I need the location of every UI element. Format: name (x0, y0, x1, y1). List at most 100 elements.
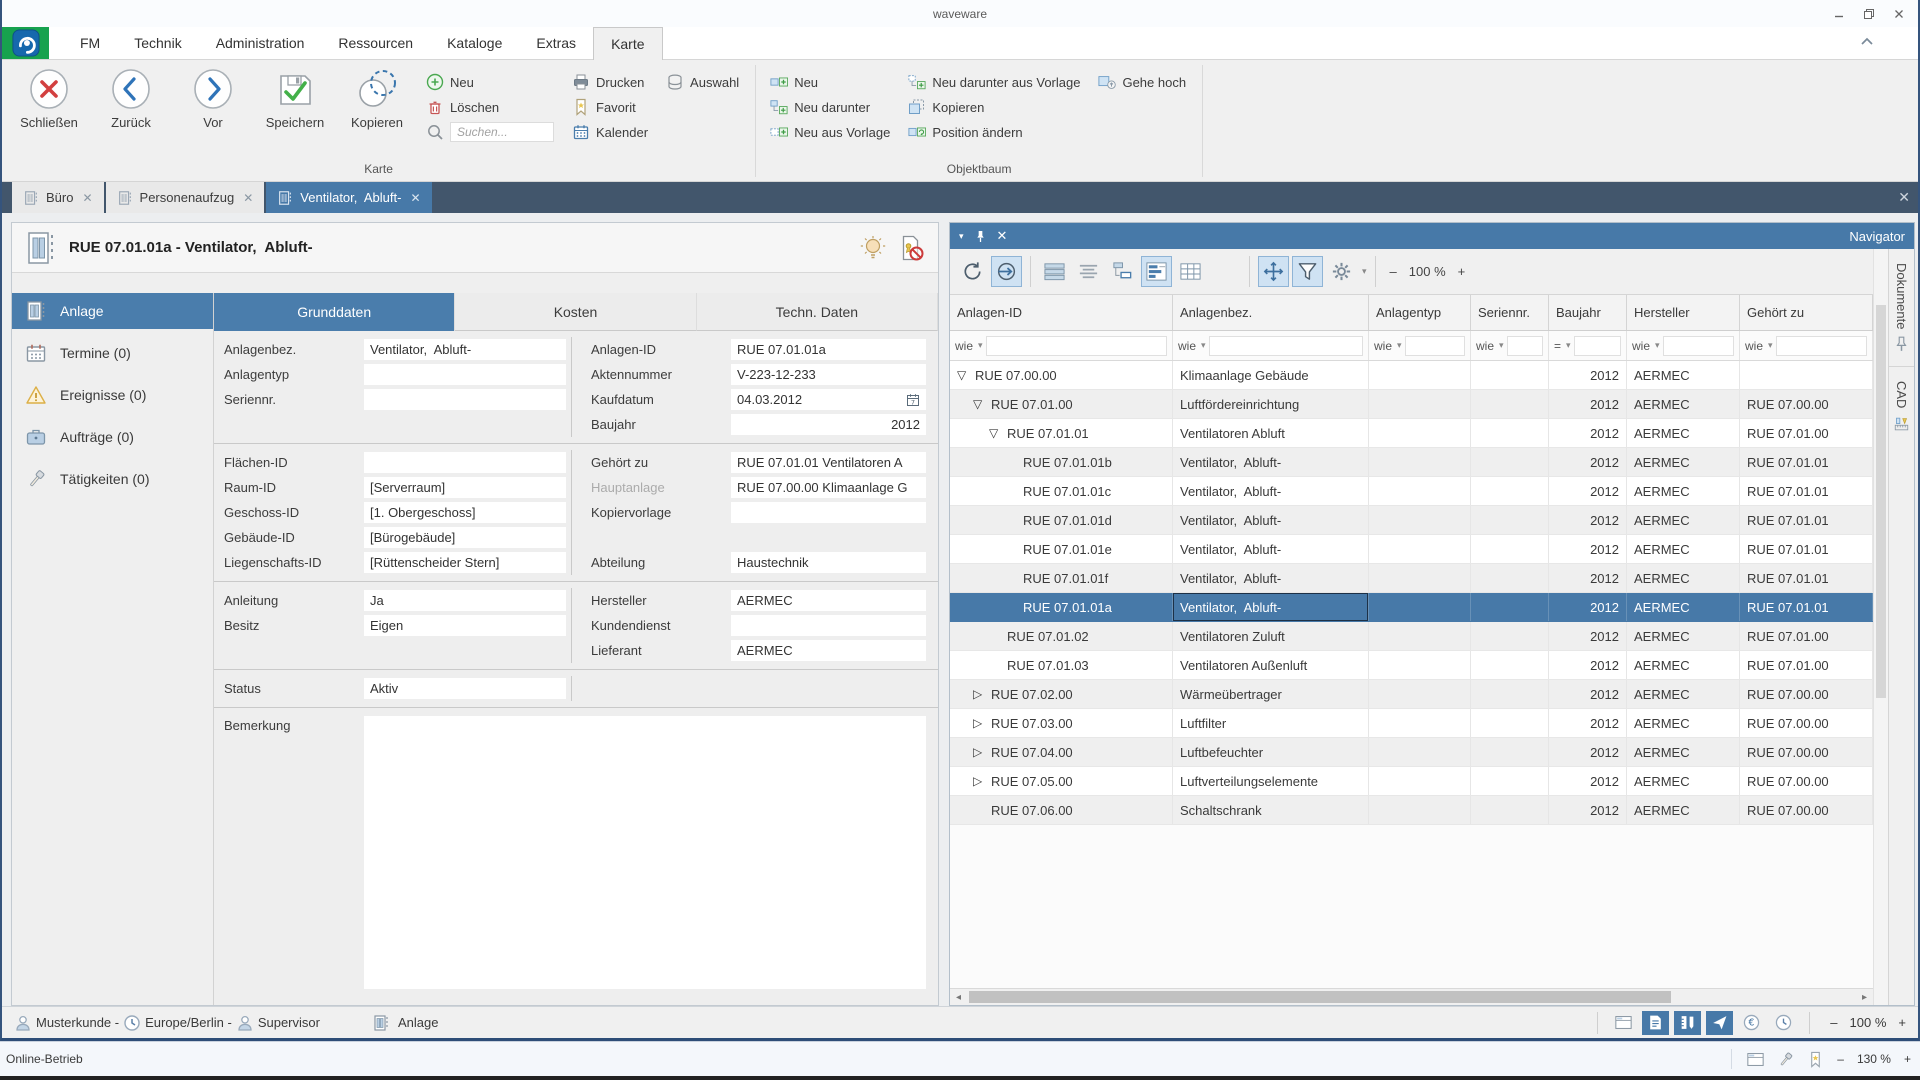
sidebar-item-ereignisse[interactable]: Ereignisse (0) (12, 377, 213, 413)
ribbon-button-drucken[interactable]: Drucken (572, 71, 648, 93)
tree-expand-open-icon[interactable]: ▽ (957, 368, 975, 382)
filter-operator[interactable]: wie (1632, 339, 1650, 353)
ribbon-button-kopieren[interactable]: Kopieren (336, 63, 418, 130)
menu-tab-administration[interactable]: Administration (199, 27, 322, 59)
ribbon-button-gehe-hoch[interactable]: Gehe hoch (1098, 71, 1186, 93)
filter-operator[interactable]: = (1554, 339, 1561, 353)
menu-tab-extras[interactable]: Extras (519, 27, 593, 59)
ribbon-button-favorit[interactable]: Favorit (572, 96, 648, 118)
menu-tab-fm[interactable]: FM (63, 27, 117, 59)
ribbon-button-schließen[interactable]: Schließen (8, 63, 90, 130)
column-header-hersteller[interactable]: Hersteller (1627, 295, 1740, 330)
menu-tab-karte[interactable]: Karte (593, 27, 662, 60)
form-tab-techndaten[interactable]: Techn. Daten (697, 293, 938, 331)
navigator-menu-caret-icon[interactable]: ▾ (959, 231, 964, 242)
field-input[interactable] (731, 615, 926, 636)
layout-icon[interactable] (1610, 1011, 1637, 1035)
close-all-tabs-icon[interactable]: ✕ (1898, 182, 1910, 213)
sidebar-item-tätigkeiten[interactable]: Tätigkeiten (0) (12, 461, 213, 497)
bemerkung-textarea[interactable] (364, 716, 926, 989)
field-input[interactable]: Ventilator, Abluft- (364, 339, 566, 360)
ribbon-button-neu[interactable]: Neu (426, 71, 554, 93)
field-input[interactable]: 2012 (731, 414, 926, 435)
filter-operator[interactable]: wie (1178, 339, 1196, 353)
tree-expand-closed-icon[interactable]: ▷ (973, 745, 991, 759)
filter-input[interactable] (1507, 336, 1543, 356)
zoom-in-button[interactable]: + (1898, 1015, 1906, 1030)
view-compact-icon[interactable] (1073, 256, 1104, 287)
documents-toggle-icon[interactable] (1642, 1011, 1669, 1035)
ribbon-button-löschen[interactable]: Löschen (426, 96, 554, 118)
column-header-anlagentyp[interactable]: Anlagentyp (1369, 295, 1471, 330)
tree-expand-closed-icon[interactable]: ▷ (973, 774, 991, 788)
filter-input[interactable] (1663, 336, 1734, 356)
filter-caret-icon[interactable]: ▾ (1201, 340, 1206, 351)
scrollbar-thumb[interactable] (1876, 305, 1886, 698)
zoom-out-button[interactable]: – (1830, 1015, 1837, 1030)
vertical-scrollbar[interactable] (1873, 249, 1888, 1005)
restore-button[interactable] (1854, 0, 1884, 27)
document-tab[interactable]: Büro✕ (12, 182, 104, 213)
table-row[interactable]: RUE 07.01.01fVentilator, Abluft-2012AERM… (950, 564, 1873, 593)
view-tree-icon[interactable] (1107, 256, 1138, 287)
field-input[interactable]: AERMEC (731, 640, 926, 661)
filter-caret-icon[interactable]: ▾ (1397, 340, 1402, 351)
bookmark-icon[interactable] (1807, 1051, 1824, 1068)
menu-tab-kataloge[interactable]: Kataloge (430, 27, 519, 59)
view-grid-icon[interactable] (1175, 256, 1206, 287)
field-input[interactable]: Eigen (364, 615, 566, 636)
app-logo[interactable] (2, 27, 49, 59)
table-row[interactable]: RUE 07.01.01bVentilator, Abluft-2012AERM… (950, 448, 1873, 477)
scroll-right-icon[interactable]: ▸ (1856, 992, 1873, 1003)
view-details-icon[interactable] (1141, 256, 1172, 287)
field-input[interactable]: RUE 07.01.01 Ventilatoren A (731, 452, 926, 473)
app-zoom-out-button[interactable]: – (1837, 1052, 1844, 1066)
lightbulb-icon[interactable] (860, 235, 886, 261)
table-row[interactable]: ▷RUE 07.03.00Luftfilter2012AERMECRUE 07.… (950, 709, 1873, 738)
ribbon-button-zurück[interactable]: Zurück (90, 63, 172, 130)
close-window-button[interactable] (1884, 0, 1914, 27)
table-row[interactable]: RUE 07.01.01aVentilator, Abluft-2012AERM… (950, 593, 1873, 622)
field-input[interactable]: AERMEC (731, 590, 926, 611)
field-input[interactable]: Haustechnik (731, 552, 926, 573)
view-list-icon[interactable] (1039, 256, 1070, 287)
field-input[interactable] (364, 452, 566, 473)
field-input[interactable]: [Serverraum] (364, 477, 566, 498)
field-input[interactable] (364, 364, 566, 385)
ribbon-button-vor[interactable]: Vor (172, 63, 254, 130)
app-zoom-in-button[interactable]: + (1904, 1052, 1911, 1066)
scrollbar-thumb[interactable] (969, 991, 1671, 1003)
ribbon-button-auswahl[interactable]: Auswahl (666, 71, 739, 93)
filter-caret-icon[interactable]: ▾ (1499, 340, 1504, 351)
form-tab-kosten[interactable]: Kosten (455, 293, 696, 331)
tab-close-icon[interactable]: ✕ (243, 191, 253, 205)
field-input[interactable]: [1. Obergeschoss] (364, 502, 566, 523)
field-input[interactable]: 04.03.20127 (731, 389, 926, 410)
search-input[interactable]: Suchen... (450, 122, 554, 142)
table-row[interactable]: RUE 07.01.03Ventilatoren Außenluft2012AE… (950, 651, 1873, 680)
ribbon-button-kopieren[interactable]: Kopieren (908, 96, 1080, 118)
filter-caret-icon[interactable]: ▾ (1655, 340, 1660, 351)
no-certificate-icon[interactable] (898, 235, 924, 261)
tree-expand-open-icon[interactable]: ▽ (989, 426, 1007, 440)
sidebar-item-termine[interactable]: Termine (0) (12, 335, 213, 371)
column-header-anlagenid[interactable]: Anlagen-ID (950, 295, 1173, 330)
ribbon-button-neu-darunter-aus-vorlage[interactable]: Neu darunter aus Vorlage (908, 71, 1080, 93)
tree-expand-closed-icon[interactable]: ▷ (973, 687, 991, 701)
ribbon-button-neu-darunter[interactable]: Neu darunter (770, 96, 890, 118)
filter-icon[interactable] (1292, 256, 1323, 287)
column-header-anlagenbez[interactable]: Anlagenbez. (1173, 295, 1369, 330)
horizontal-scrollbar[interactable]: ◂ ▸ (950, 988, 1873, 1005)
ribbon-button-speichern[interactable]: Speichern (254, 63, 336, 130)
scroll-left-icon[interactable]: ◂ (950, 992, 967, 1003)
column-header-seriennr[interactable]: Seriennr. (1471, 295, 1549, 330)
ribbon-button-position-ändern[interactable]: Position ändern (908, 121, 1080, 143)
sidebar-item-aufträge[interactable]: Aufträge (0) (12, 419, 213, 455)
filter-input[interactable] (1574, 336, 1621, 356)
filter-input[interactable] (1209, 336, 1363, 356)
table-row[interactable]: RUE 07.01.01cVentilator, Abluft-2012AERM… (950, 477, 1873, 506)
dock-tab-cad[interactable]: CAD (1889, 367, 1914, 445)
table-row[interactable]: RUE 07.06.00Schaltschrank2012AERMECRUE 0… (950, 796, 1873, 825)
table-row[interactable]: RUE 07.01.01dVentilator, Abluft-2012AERM… (950, 506, 1873, 535)
hammer-icon[interactable] (1777, 1051, 1794, 1068)
